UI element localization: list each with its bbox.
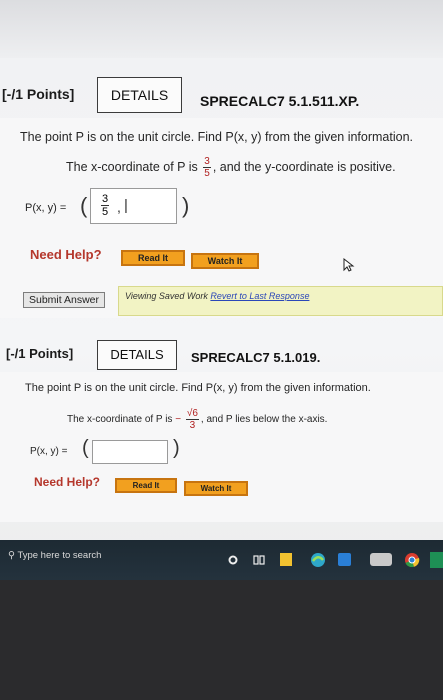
- task-view-icon[interactable]: [253, 554, 265, 566]
- answer-comma: ,: [117, 199, 121, 215]
- x-numerator: 3: [203, 156, 211, 168]
- points-label: [-/1 Points]: [2, 86, 75, 102]
- answer-numerator: 3: [101, 193, 110, 206]
- saved-work-text: Viewing Saved Work: [125, 291, 208, 301]
- saved-work-bar: Viewing Saved Work Revert to Last Respon…: [118, 286, 443, 316]
- x-coordinate-line: The x-coordinate of P is 3 5 , and the y…: [66, 156, 396, 179]
- answer-input-2[interactable]: [92, 440, 168, 464]
- need-help-label-2: Need Help?: [34, 475, 101, 489]
- x-fraction: 3 5: [203, 156, 211, 179]
- submit-answer-button[interactable]: Submit Answer: [23, 292, 105, 308]
- read-it-button-2[interactable]: Read It: [115, 478, 177, 493]
- mouse-cursor-icon: [343, 258, 355, 272]
- open-paren: (: [80, 193, 88, 218]
- answer-fraction: 3 5: [101, 193, 110, 218]
- question-code-2: SPRECALC7 5.1.019.: [191, 350, 321, 365]
- file-explorer-icon[interactable]: [280, 553, 292, 566]
- store-icon[interactable]: [338, 553, 351, 566]
- revert-link[interactable]: Revert to Last Response: [210, 291, 309, 301]
- edge-icon[interactable]: [310, 552, 326, 568]
- x-coordinate-line-2: The x-coordinate of P is − √6 3 , and P …: [67, 408, 327, 431]
- x-fraction-2: √6 3: [185, 408, 199, 431]
- read-it-button[interactable]: Read It: [121, 250, 185, 266]
- answer-label-2: P(x, y) =: [30, 446, 68, 457]
- answer-denominator: 5: [102, 206, 109, 218]
- question-prompt-2: The point P is on the unit circle. Find …: [25, 382, 371, 394]
- watch-it-button[interactable]: Watch It: [191, 253, 259, 269]
- question-code: SPRECALC7 5.1.511.XP.: [200, 93, 360, 109]
- monitor-bezel: [0, 580, 443, 700]
- x-coordinate-prefix-2: The x-coordinate of P is: [67, 414, 173, 426]
- question-prompt: The point P is on the unit circle. Find …: [20, 130, 413, 144]
- open-paren-2: (: [82, 437, 89, 459]
- top-strip: [0, 0, 443, 58]
- details-button[interactable]: DETAILS: [97, 77, 182, 113]
- cortana-icon[interactable]: [228, 555, 238, 565]
- need-help-label: Need Help?: [30, 247, 102, 262]
- app-icon[interactable]: [370, 553, 392, 566]
- taskbar-search[interactable]: ⚲ Type here to search: [8, 550, 101, 561]
- x-denominator-2: 3: [189, 420, 196, 431]
- x-sign-2: −: [175, 414, 182, 426]
- watch-it-button-2[interactable]: Watch It: [184, 481, 248, 496]
- x-numerator-2: √6: [185, 408, 199, 420]
- close-paren-2: ): [173, 437, 180, 459]
- taskbar-search-placeholder: Type here to search: [17, 550, 102, 561]
- extra-app-icon[interactable]: [430, 552, 443, 568]
- x-denominator: 5: [204, 168, 210, 179]
- browser-viewport: [-/1 Points] DETAILS SPRECALC7 5.1.511.X…: [0, 0, 443, 580]
- windows-taskbar: ⚲ Type here to search: [0, 540, 443, 580]
- search-icon: ⚲: [8, 550, 15, 561]
- chrome-icon[interactable]: [404, 552, 420, 568]
- x-suffix-2: , and P lies below the x-axis.: [200, 414, 328, 426]
- close-paren: ): [182, 193, 190, 218]
- details-button-2[interactable]: DETAILS: [97, 340, 177, 370]
- points-label-2: [-/1 Points]: [6, 346, 74, 361]
- x-coordinate-prefix: The x-coordinate of P is: [66, 159, 198, 174]
- answer-input[interactable]: 3 5 , |: [90, 188, 177, 224]
- x-suffix: , and the y-coordinate is positive.: [212, 159, 396, 174]
- text-cursor: |: [124, 197, 128, 214]
- answer-label: P(x, y) =: [25, 202, 67, 214]
